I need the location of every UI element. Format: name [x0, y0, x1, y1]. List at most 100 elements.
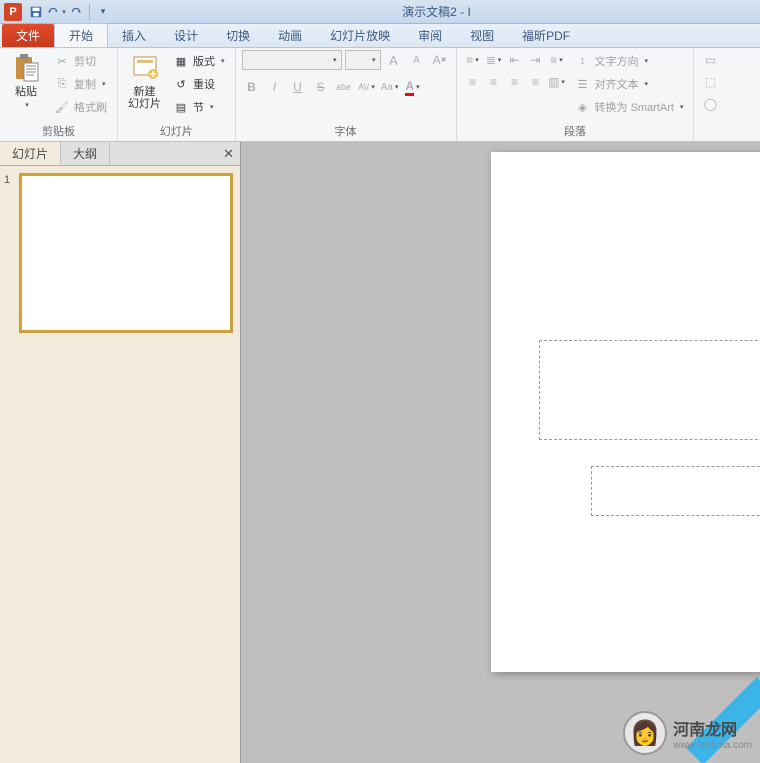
- window-title: 演示文稿2 - I: [113, 3, 760, 20]
- tab-insert[interactable]: 插入: [108, 24, 160, 47]
- bullets-button[interactable]: ≡▾: [463, 50, 483, 70]
- reset-button[interactable]: ↺ 重设: [169, 73, 229, 95]
- smartart-icon: ◈: [575, 99, 591, 115]
- font-family-selector[interactable]: ▾: [242, 50, 342, 70]
- strikethrough-button[interactable]: S: [311, 77, 331, 97]
- chevron-down-icon: ▾: [25, 102, 29, 109]
- group-font: ▾ ▾ A A A✖ B I U S abe AV▾ Aa▾ A▾ 字体: [236, 48, 457, 141]
- copy-button[interactable]: ⎘ 复制▾: [50, 73, 111, 95]
- group-slides: 新建 幻灯片 ▦ 版式▾ ↺ 重设 ▤ 节 ▾ 幻灯片: [118, 48, 236, 141]
- section-icon: ▤: [173, 99, 189, 115]
- copy-label: 复制: [74, 76, 96, 92]
- clear-format-icon[interactable]: A✖: [430, 50, 450, 70]
- cut-button[interactable]: ✂ 剪切: [50, 50, 111, 72]
- ribbon: 粘贴▾ ✂ 剪切 ⎘ 复制▾ 🖌 格式刷 剪贴板: [0, 48, 760, 142]
- smartart-button[interactable]: ◈ 转换为 SmartArt▾: [571, 96, 688, 118]
- scissors-icon: ✂: [54, 53, 70, 69]
- reset-icon: ↺: [173, 76, 189, 92]
- arrange-icon[interactable]: ⬚: [700, 72, 720, 92]
- slide-thumbnail-item[interactable]: 1: [4, 174, 236, 332]
- numbering-button[interactable]: ≣▾: [484, 50, 504, 70]
- group-clipboard: 粘贴 ▾ ✂ 剪切 ⎘ 复制▾ 🖌 格式刷 剪贴板: [0, 48, 118, 141]
- text-direction-button[interactable]: ↕ 文字方向▾: [571, 50, 688, 72]
- align-right-button[interactable]: ≡: [505, 72, 525, 92]
- layout-button[interactable]: ▦ 版式▾: [169, 50, 229, 72]
- slides-group-label: 幻灯片: [124, 123, 229, 141]
- qat-undo-icon[interactable]: ▾: [46, 2, 66, 22]
- text-direction-icon: ↕: [575, 53, 591, 69]
- app-icon: P: [4, 3, 22, 21]
- tab-view[interactable]: 视图: [456, 24, 508, 47]
- file-tab[interactable]: 文件: [2, 24, 54, 47]
- slide-thumbnail[interactable]: [20, 174, 232, 332]
- qat-save-icon[interactable]: [26, 2, 46, 22]
- text-direction-label: 文字方向: [595, 53, 639, 69]
- font-color-button[interactable]: A▾: [403, 77, 423, 97]
- align-center-button[interactable]: ≡: [484, 72, 504, 92]
- paragraph-group-label: 段落: [463, 123, 688, 141]
- qat-customize-icon[interactable]: ▾: [93, 2, 113, 22]
- styles-icon[interactable]: ◯: [700, 94, 720, 114]
- smartart-label: 转换为 SmartArt: [595, 99, 674, 115]
- paste-label: 粘贴: [15, 86, 37, 98]
- increase-indent-button[interactable]: ⇥: [526, 50, 546, 70]
- slides-tab[interactable]: 幻灯片: [0, 142, 61, 165]
- copy-icon: ⎘: [54, 76, 70, 92]
- cut-label: 剪切: [74, 53, 96, 69]
- slide-editor[interactable]: 单 I 👩 河南龙网 www.3mama.com: [241, 142, 760, 763]
- slide-number: 1: [4, 174, 16, 332]
- layout-label: 版式: [193, 53, 215, 69]
- section-button[interactable]: ▤ 节 ▾: [169, 96, 229, 118]
- font-size-selector[interactable]: ▾: [345, 50, 381, 70]
- outline-tab[interactable]: 大纲: [61, 142, 110, 165]
- reset-label: 重设: [193, 76, 215, 92]
- decrease-indent-button[interactable]: ⇤: [505, 50, 525, 70]
- tab-home[interactable]: 开始: [54, 23, 108, 47]
- section-label: 节: [193, 99, 204, 115]
- char-spacing-button[interactable]: AV▾: [357, 77, 377, 97]
- increase-font-icon[interactable]: A: [384, 50, 404, 70]
- tab-design[interactable]: 设计: [160, 24, 212, 47]
- change-case-button[interactable]: Aa▾: [380, 77, 400, 97]
- align-text-label: 对齐文本: [595, 76, 639, 92]
- align-text-icon: ☰: [575, 76, 591, 92]
- tab-review[interactable]: 审阅: [404, 24, 456, 47]
- decrease-font-icon[interactable]: A: [407, 50, 427, 70]
- layout-icon: ▦: [173, 53, 189, 69]
- close-panel-icon[interactable]: ✕: [223, 146, 234, 162]
- watermark-logo-icon: 👩: [623, 711, 667, 755]
- tab-animations[interactable]: 动画: [264, 24, 316, 47]
- title-placeholder[interactable]: 单: [539, 340, 760, 440]
- columns-button[interactable]: ▥▾: [547, 72, 567, 92]
- align-text-button[interactable]: ☰ 对齐文本▾: [571, 73, 688, 95]
- thumbnail-list[interactable]: 1: [0, 166, 240, 763]
- qat-redo-icon[interactable]: [66, 2, 86, 22]
- align-left-button[interactable]: ≡: [463, 72, 483, 92]
- ribbon-tabs: 文件 开始 插入 设计 切换 动画 幻灯片放映 审阅 视图 福昕PDF: [0, 24, 760, 48]
- side-panel: 幻灯片 大纲 ✕ 1: [0, 142, 241, 763]
- main-area: 幻灯片 大纲 ✕ 1 单 I 👩 河南龙网 www.3mama.co: [0, 142, 760, 763]
- clipboard-group-label: 剪贴板: [6, 123, 111, 141]
- tab-foxit-pdf[interactable]: 福昕PDF: [508, 24, 584, 47]
- new-slide-button[interactable]: 新建 幻灯片: [124, 50, 165, 112]
- slide-canvas[interactable]: 单 I: [491, 152, 760, 672]
- chevron-down-icon: ▾: [210, 103, 214, 111]
- shape-icon[interactable]: ▭: [700, 50, 720, 70]
- watermark-name: 河南龙网: [673, 716, 752, 740]
- italic-button[interactable]: I: [265, 77, 285, 97]
- line-spacing-button[interactable]: ≡▾: [547, 50, 567, 70]
- underline-button[interactable]: U: [288, 77, 308, 97]
- format-painter-button[interactable]: 🖌 格式刷: [50, 96, 111, 118]
- font-group-label: 字体: [242, 123, 450, 141]
- shadow-button[interactable]: abe: [334, 77, 354, 97]
- subtitle-placeholder[interactable]: I: [591, 466, 760, 516]
- side-tabs: 幻灯片 大纲 ✕: [0, 142, 240, 166]
- tab-transitions[interactable]: 切换: [212, 24, 264, 47]
- bold-button[interactable]: B: [242, 77, 262, 97]
- paste-button[interactable]: 粘贴 ▾: [6, 50, 46, 114]
- brush-icon: 🖌: [54, 99, 70, 115]
- justify-button[interactable]: ≡: [526, 72, 546, 92]
- tab-slideshow[interactable]: 幻灯片放映: [316, 24, 404, 47]
- watermark: 👩 河南龙网 www.3mama.com: [623, 711, 752, 755]
- qat-separator: [89, 4, 90, 20]
